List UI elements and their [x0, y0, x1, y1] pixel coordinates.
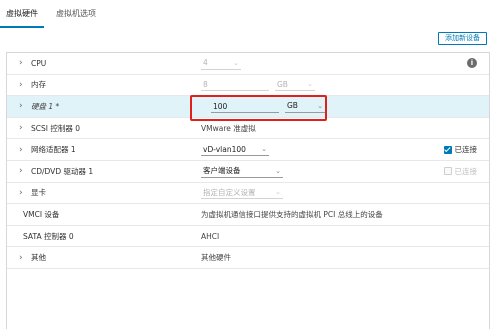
chevron-down-icon: ⌄ — [261, 145, 267, 154]
vmci-description: 为虚拟机通信接口提供支持的虚拟机 PCI 总线上的设备 — [201, 209, 383, 219]
chevron-right-icon[interactable]: › — [19, 59, 31, 68]
chevron-down-icon: ⌄ — [317, 101, 323, 110]
row-cd-dvd-drive-1[interactable]: › CD/DVD 驱动器 1 客户端设备 ⌄ 已连接 — [7, 161, 489, 183]
row-video-card[interactable]: › 显卡 指定自定义设置 ⌄ — [7, 183, 489, 205]
checkbox-unchecked-icon — [443, 167, 452, 176]
cdrom-connected-checkbox[interactable]: 已连接 — [443, 161, 477, 182]
scsi-type: VMware 准虚拟 — [201, 123, 256, 133]
tab-virtual-hardware[interactable]: 虚拟硬件 — [0, 6, 44, 28]
row-label: CD/DVD 驱动器 1 — [31, 166, 94, 176]
tab-vm-options[interactable]: 虚拟机选项 — [50, 6, 102, 28]
chevron-right-icon[interactable]: › — [19, 124, 31, 133]
checkbox-checked-icon — [443, 145, 452, 154]
row-label: CPU — [31, 58, 47, 68]
info-icon[interactable]: i — [467, 58, 477, 68]
add-new-device-button[interactable]: 添加新设备 — [438, 32, 487, 45]
other-hardware: 其他硬件 — [201, 253, 231, 263]
row-label: 硬盘 1 * — [31, 101, 60, 111]
row-network-adapter-1[interactable]: › 网络适配器 1 vD-vlan100 ⌄ 已连接 — [7, 139, 489, 161]
row-scsi-controller-0[interactable]: › SCSI 控制器 0 VMware 准虚拟 — [7, 118, 489, 140]
chevron-down-icon: ⌄ — [275, 166, 281, 175]
chevron-down-icon: ⌄ — [233, 58, 239, 67]
row-other[interactable]: › 其他 其他硬件 — [7, 247, 489, 269]
network-connected-checkbox[interactable]: 已连接 — [443, 139, 477, 160]
row-label: 其他 — [31, 253, 46, 263]
row-label: VMCI 设备 — [23, 209, 60, 219]
cpu-select[interactable]: 4 ⌄ — [201, 57, 241, 70]
hardware-grid: › CPU 4 ⌄ i › 内存 8 GB ⌄ › 硬盘 1 * 100 GB … — [6, 52, 490, 329]
row-label: SCSI 控制器 0 — [31, 123, 81, 133]
video-select[interactable]: 指定自定义设置 ⌄ — [201, 186, 283, 200]
chevron-right-icon[interactable]: › — [19, 102, 31, 111]
disk-unit-select[interactable]: GB ⌄ — [285, 100, 325, 113]
row-vmci-device: VMCI 设备 为虚拟机通信接口提供支持的虚拟机 PCI 总线上的设备 — [7, 204, 489, 226]
chevron-right-icon[interactable]: › — [19, 188, 31, 197]
sata-type: AHCI — [201, 231, 220, 241]
row-hard-disk-1[interactable]: › 硬盘 1 * 100 GB ⌄ — [7, 96, 489, 118]
chevron-right-icon[interactable]: › — [19, 80, 31, 89]
tab-bar: 虚拟硬件 虚拟机选项 — [0, 6, 500, 28]
row-label: SATA 控制器 0 — [23, 231, 74, 241]
chevron-right-icon[interactable]: › — [19, 145, 31, 154]
row-cpu[interactable]: › CPU 4 ⌄ i — [7, 53, 489, 75]
disk-size-input[interactable]: 100 — [211, 100, 279, 113]
chevron-down-icon: ⌄ — [307, 80, 313, 89]
memory-input[interactable]: 8 — [201, 78, 269, 92]
row-label: 网络适配器 1 — [31, 145, 76, 155]
network-select[interactable]: vD-vlan100 ⌄ — [201, 143, 269, 157]
cdrom-select[interactable]: 客户端设备 ⌄ — [201, 165, 283, 178]
row-label: 显卡 — [31, 188, 46, 198]
row-memory[interactable]: › 内存 8 GB ⌄ — [7, 75, 489, 97]
chevron-right-icon[interactable]: › — [19, 167, 31, 176]
row-label: 内存 — [31, 80, 46, 90]
memory-unit-select[interactable]: GB ⌄ — [275, 78, 315, 92]
chevron-right-icon[interactable]: › — [19, 253, 31, 262]
row-sata-controller-0: SATA 控制器 0 AHCI — [7, 226, 489, 248]
chevron-down-icon: ⌄ — [275, 188, 281, 197]
